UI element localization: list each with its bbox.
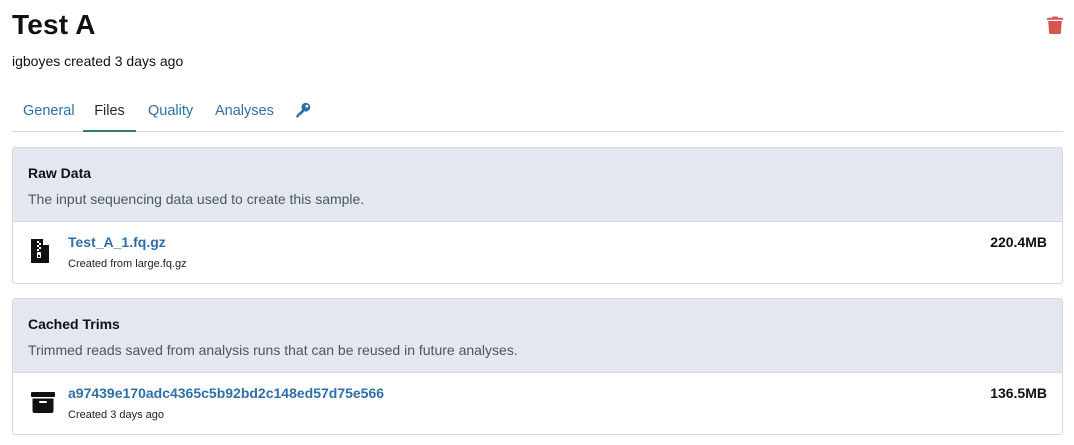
- raw-file-name-link[interactable]: Test_A_1.fq.gz: [68, 234, 166, 250]
- page-subtitle: igboyes created 3 days ago: [12, 53, 184, 69]
- tab-quality[interactable]: Quality: [148, 92, 193, 130]
- tab-analyses[interactable]: Analyses: [215, 92, 274, 130]
- raw-data-description: The input sequencing data used to create…: [28, 191, 365, 207]
- file-archive-icon: [31, 239, 49, 268]
- sample-tabs: General Files Quality Analyses: [12, 92, 1063, 132]
- delete-sample-button[interactable]: [1047, 16, 1063, 34]
- cache-meta: Created 3 days ago: [68, 409, 165, 421]
- trash-icon: [1047, 16, 1063, 34]
- tab-rights[interactable]: [293, 92, 313, 130]
- cached-trims-panel: Cached Trims Trimmed reads saved from an…: [12, 298, 1063, 435]
- tab-general[interactable]: General: [23, 92, 75, 130]
- raw-file-size: 220.4MB: [990, 234, 1047, 250]
- cached-trims-title: Cached Trims: [28, 316, 120, 332]
- raw-data-panel: Raw Data The input sequencing data used …: [12, 147, 1063, 284]
- cached-trims-description: Trimmed reads saved from analysis runs t…: [28, 342, 518, 358]
- page-title: Test A: [12, 9, 96, 40]
- raw-file-meta: Created from large.fq.gz: [68, 258, 187, 270]
- cache-size: 136.5MB: [990, 385, 1047, 401]
- cache-row: a97439e170adc4365c5b92bd2c148ed57d75e566…: [13, 373, 1062, 433]
- key-icon: [296, 102, 311, 118]
- raw-data-header: Raw Data The input sequencing data used …: [13, 148, 1062, 222]
- raw-data-title: Raw Data: [28, 165, 92, 181]
- file-row: Test_A_1.fq.gz Created from large.fq.gz …: [13, 222, 1062, 282]
- archive-box-icon: [31, 392, 55, 418]
- cached-trims-header: Cached Trims Trimmed reads saved from an…: [13, 299, 1062, 373]
- cache-name-link[interactable]: a97439e170adc4365c5b92bd2c148ed57d75e566: [68, 385, 384, 401]
- tab-files[interactable]: Files: [83, 92, 136, 132]
